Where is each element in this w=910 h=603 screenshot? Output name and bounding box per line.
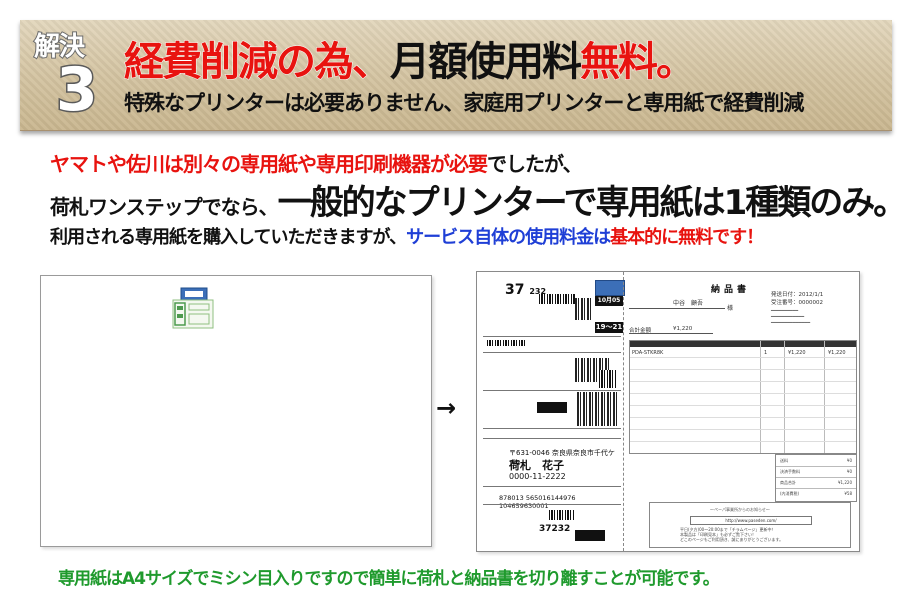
- summary-label: (内消費税): [780, 491, 800, 496]
- delivery-note-section: 納品書 発送日付：2012/1/1 受注番号：0000002 中谷 顧吾 様 ━…: [629, 276, 857, 548]
- divider: [483, 438, 621, 439]
- intro-line-1-red: ヤマトや佐川は別々の専用紙や専用印刷機器が必要: [50, 152, 488, 176]
- summary-label: 商品合計: [780, 480, 796, 485]
- barcode-icon: [539, 294, 575, 304]
- bottom-sort-code: 37232: [539, 524, 571, 534]
- matrix-code-icon: [575, 298, 593, 320]
- intro-line-2-small: 荷札ワンステップでなら、: [50, 195, 279, 219]
- label-sheet-icon: [172, 287, 214, 329]
- delivery-date-label: 10月05日: [595, 296, 623, 314]
- headline-red-part-2: 無料。: [580, 39, 697, 86]
- headline-red-part-1: 経費削減の為、: [124, 39, 393, 86]
- perforation-line: [623, 272, 624, 551]
- row-divider: [776, 488, 856, 489]
- invoice-company-block: ━━━━━━━━━ ━━━━━━━━━━━ ━━━━━━━━━━━━━: [771, 308, 811, 326]
- row-divider: [630, 429, 856, 430]
- summary-value: ¥0: [846, 458, 852, 463]
- intro-line-2: 荷札ワンステップでなら、一般的なプリンターで専用紙は1種類のみ。: [50, 183, 908, 229]
- divider: [483, 428, 621, 429]
- intro-line-3-black: 利用される専用紙を購入していただきますが、: [50, 227, 407, 248]
- divider: [629, 333, 713, 334]
- row-divider: [776, 466, 856, 467]
- printed-sample-sheet-image: 37 232 10月05日 19〜21 〒631-0046 奈良県奈良市千代ケ丘…: [476, 271, 860, 552]
- intro-line-3-blue: サービス自体の使用料金は: [406, 227, 611, 248]
- item-amount: ¥1,220: [828, 350, 846, 356]
- bottom-time-box: [575, 530, 605, 541]
- row-divider: [776, 477, 856, 478]
- solution-badge-number: 3: [55, 55, 100, 125]
- invoice-date: 発送日付：2012/1/1: [771, 292, 824, 298]
- row-divider: [630, 417, 856, 418]
- banner-subheadline: 特殊なプリンターは必要ありません、家庭用プリンターと専用紙で経費削減: [124, 91, 804, 115]
- recipient-name: 荷札 花子: [509, 459, 564, 472]
- intro-line-3-red: 基本的に無料です！: [610, 227, 764, 248]
- message-url: http://www.paseden.com/: [690, 516, 812, 525]
- divider: [483, 352, 621, 353]
- intro-line-3: 利用される専用紙を購入していただきますが、サービス自体の使用料金は基本的に無料で…: [50, 226, 764, 250]
- item-quantity: 1: [764, 350, 768, 356]
- small-date-time-box: [537, 402, 567, 413]
- invoice-items-table: PDA-STKR8K 1 ¥1,220 ¥1,220: [629, 340, 857, 454]
- headline-black-part: 月額使用料: [390, 39, 582, 85]
- invoice-recipient: 中谷 顧吾: [673, 300, 704, 307]
- intro-line-2-big: 一般的なプリンターで専用紙は1種類のみ。: [277, 183, 908, 223]
- barcode-icon: [487, 340, 527, 346]
- row-divider: [630, 393, 856, 394]
- summary-value: ¥58: [844, 491, 852, 496]
- row-divider: [630, 381, 856, 382]
- item-price: ¥1,220: [788, 350, 806, 356]
- blank-a4-sheet-image: [40, 275, 432, 547]
- divider: [483, 486, 621, 487]
- row-divider: [630, 405, 856, 406]
- footer-note: 専用紙はA4サイズでミシン目入りですので簡単に荷札と納品書を切り離すことが可能で…: [58, 569, 720, 589]
- arrow-right-icon: →: [436, 394, 457, 422]
- divider: [483, 504, 621, 505]
- shipping-label-section: 37 232 10月05日 19〜21 〒631-0046 奈良県奈良市千代ケ丘…: [479, 274, 625, 549]
- delivery-time-label: 19〜21: [595, 322, 623, 333]
- matrix-code-icon: [577, 392, 617, 426]
- intro-line-1: ヤマトや佐川は別々の専用紙や専用印刷機器が必要でしたが、: [50, 152, 583, 176]
- tracking-numbers: 878013 565016144976 104659630001: [499, 494, 576, 510]
- divider: [629, 308, 725, 309]
- invoice-total-value: ¥1,220: [673, 326, 693, 332]
- summary-label: 送料: [780, 458, 788, 463]
- invoice-title: 納品書: [711, 285, 751, 295]
- invoice-message-box: 〜ペーパ事業所からのお知らせ〜 http://www.paseden.com/ …: [649, 502, 851, 548]
- message-text: 平日(夕方)00〜20:00まで「チラムページ」更新中！ 本製品は「印刷見本」も…: [680, 527, 784, 542]
- row-divider: [630, 369, 856, 370]
- summary-label: 決済手数料: [780, 469, 800, 474]
- invoice-order-number: 受注番号：0000002: [771, 300, 823, 306]
- table-header: [630, 341, 856, 347]
- banner-headline: 経費削減の為、月額使用料無料。: [124, 38, 697, 86]
- divider: [483, 336, 621, 337]
- recipient-phone: 0000-11-2222: [509, 472, 566, 481]
- header-banner: 解決 3 経費削減の為、月額使用料無料。 特殊なプリンターは必要ありません、家庭…: [20, 20, 892, 131]
- summary-value: ¥1,220: [838, 480, 852, 485]
- divider: [483, 390, 621, 391]
- row-divider: [630, 441, 856, 442]
- invoice-summary-box: 送料 ¥0 決済手数料 ¥0 商品合計 ¥1,220 (内消費税) ¥58: [775, 454, 857, 502]
- barcode-icon: [599, 370, 617, 388]
- item-name: PDA-STKR8K: [632, 350, 664, 356]
- barcode-icon: [549, 510, 575, 520]
- invoice-honorific: 様: [727, 305, 734, 312]
- message-title: 〜ペーパ事業所からのお知らせ〜: [710, 507, 770, 512]
- row-divider: [630, 357, 856, 358]
- summary-value: ¥0: [846, 469, 852, 474]
- intro-line-1-black: でしたが、: [487, 152, 583, 176]
- service-logo-icon: [595, 280, 625, 296]
